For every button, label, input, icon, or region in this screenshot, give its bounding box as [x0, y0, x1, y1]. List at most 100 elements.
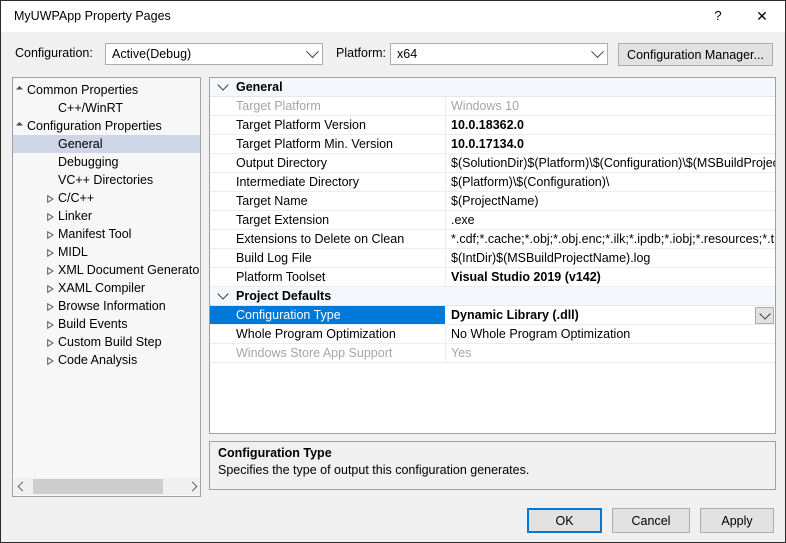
grid-row-extensions-to-delete-on-clean[interactable]: Extensions to Delete on Clean *.cdf;*.cac… [210, 230, 775, 249]
expander-collapsed-icon[interactable] [46, 212, 55, 221]
tree-item-label: C/C++ [58, 191, 95, 205]
property-grid[interactable]: General Target Platform Windows 10 Target P… [209, 77, 776, 434]
tree-item-general[interactable]: General [13, 135, 200, 153]
configuration-dropdown[interactable]: Active(Debug) [105, 43, 323, 65]
expander-collapsed-icon[interactable] [46, 320, 55, 329]
grid-row-target-name[interactable]: Target Name $(ProjectName) [210, 192, 775, 211]
grid-row-platform-toolset[interactable]: Platform Toolset Visual Studio 2019 (v142… [210, 268, 775, 287]
close-button[interactable]: ✕ [740, 1, 784, 31]
tree-item-label: Manifest Tool [58, 227, 132, 241]
chevron-down-icon[interactable] [217, 79, 229, 93]
tree-item-xml-document-generator[interactable]: XML Document Generator [13, 261, 200, 279]
ok-button[interactable]: OK [527, 508, 602, 533]
cancel-button[interactable]: Cancel [612, 508, 690, 533]
chevron-left-icon[interactable] [14, 478, 31, 495]
expander-collapsed-icon[interactable] [46, 194, 55, 203]
grid-row-build-log-file[interactable]: Build Log File $(IntDir)$(MSBuildProjectN… [210, 249, 775, 268]
platform-label: Platform: [336, 46, 387, 60]
tree-item-xaml-compiler[interactable]: XAML Compiler [13, 279, 200, 297]
grid-row-windows-store-app-support[interactable]: Windows Store App Support Yes [210, 344, 775, 363]
property-value[interactable]: *.cdf;*.cache;*.obj;*.obj.enc;*.ilk;*.ip… [451, 232, 775, 246]
property-value[interactable]: $(ProjectName) [451, 194, 539, 208]
column-divider [445, 97, 446, 115]
column-divider [445, 268, 446, 286]
grid-category-label: General [236, 80, 283, 94]
chevron-down-icon [302, 44, 322, 64]
tree-item-vc-directories[interactable]: VC++ Directories [13, 171, 200, 189]
description-panel: Configuration Type Specifies the type of… [209, 441, 776, 490]
property-value[interactable]: No Whole Program Optimization [451, 327, 630, 341]
property-value[interactable]: 10.0.18362.0 [451, 118, 524, 132]
expander-collapsed-icon[interactable] [46, 284, 55, 293]
tree-item-c-winrt[interactable]: C++/WinRT [13, 99, 200, 117]
tree-item-configuration-properties[interactable]: Configuration Properties [13, 117, 200, 135]
column-divider [445, 116, 446, 134]
title-bar: MyUWPApp Property Pages ? ✕ [1, 1, 785, 32]
grid-category-project-defaults[interactable]: Project Defaults [210, 287, 775, 306]
property-name: Intermediate Directory [236, 175, 359, 189]
expander-expanded-icon[interactable] [17, 122, 26, 131]
properties-tree[interactable]: Common Properties C++/WinRT Configuration … [12, 77, 201, 497]
tree-item-midl[interactable]: MIDL [13, 243, 200, 261]
grid-row-whole-program-optimization[interactable]: Whole Program Optimization No Whole Progr… [210, 325, 775, 344]
property-name: Configuration Type [236, 308, 341, 322]
scrollbar-thumb[interactable] [33, 479, 163, 494]
tree-item-debugging[interactable]: Debugging [13, 153, 200, 171]
tree-item-build-events[interactable]: Build Events [13, 315, 200, 333]
expander-collapsed-icon[interactable] [46, 248, 55, 257]
expander-collapsed-icon[interactable] [46, 356, 55, 365]
property-name: Extensions to Delete on Clean [236, 232, 405, 246]
tree-item-label: Code Analysis [58, 353, 138, 367]
property-value[interactable]: Yes [451, 346, 471, 360]
configuration-manager-button[interactable]: Configuration Manager... [618, 43, 773, 66]
property-value[interactable]: Dynamic Library (.dll) [451, 308, 579, 322]
tree-item-label: Debugging [58, 155, 119, 169]
grid-row-configuration-type[interactable]: Configuration Type Dynamic Library (.dll) [210, 306, 775, 325]
grid-category-general[interactable]: General [210, 78, 775, 97]
property-name: Target Name [236, 194, 308, 208]
tree-item-label: VC++ Directories [58, 173, 154, 187]
expander-collapsed-icon[interactable] [46, 266, 55, 275]
expander-collapsed-icon[interactable] [46, 338, 55, 347]
tree-item-c-c[interactable]: C/C++ [13, 189, 200, 207]
tree-item-common-properties[interactable]: Common Properties [13, 81, 200, 99]
tree-horizontal-scrollbar[interactable] [14, 478, 200, 495]
tree-item-code-analysis[interactable]: Code Analysis [13, 351, 200, 369]
help-button[interactable]: ? [696, 1, 740, 31]
tree-item-custom-build-step[interactable]: Custom Build Step [13, 333, 200, 351]
tree-item-browse-information[interactable]: Browse Information [13, 297, 200, 315]
grid-row-output-directory[interactable]: Output Directory $(SolutionDir)$(Platform… [210, 154, 775, 173]
grid-row-target-platform-min-version[interactable]: Target Platform Min. Version 10.0.17134.0 [210, 135, 775, 154]
property-value[interactable]: $(IntDir)$(MSBuildProjectName).log [451, 251, 650, 265]
chevron-right-icon[interactable] [184, 478, 200, 495]
apply-button[interactable]: Apply [700, 508, 774, 533]
property-value[interactable]: $(Platform)\$(Configuration)\ [451, 175, 609, 189]
tree-item-label: Browse Information [58, 299, 166, 313]
property-name: Windows Store App Support [236, 346, 393, 360]
property-value[interactable]: 10.0.17134.0 [451, 137, 524, 151]
grid-row-target-platform[interactable]: Target Platform Windows 10 [210, 97, 775, 116]
property-name: Platform Toolset [236, 270, 326, 284]
tree-item-label: General [58, 137, 103, 151]
tree-item-label: Configuration Properties [27, 119, 162, 133]
grid-row-target-platform-version[interactable]: Target Platform Version 10.0.18362.0 [210, 116, 775, 135]
property-value[interactable]: $(SolutionDir)$(Platform)\$(Configuratio… [451, 156, 775, 170]
platform-value: x64 [397, 47, 418, 61]
platform-dropdown[interactable]: x64 [390, 43, 608, 65]
expander-collapsed-icon[interactable] [46, 302, 55, 311]
tree-item-label: C++/WinRT [58, 101, 124, 115]
grid-row-target-extension[interactable]: Target Extension .exe [210, 211, 775, 230]
tree-item-manifest-tool[interactable]: Manifest Tool [13, 225, 200, 243]
expander-expanded-icon[interactable] [17, 86, 26, 95]
property-value-dropdown[interactable] [755, 307, 774, 324]
column-divider [445, 211, 446, 229]
tree-item-list: Common Properties C++/WinRT Configuration … [13, 81, 200, 369]
property-value[interactable]: Visual Studio 2019 (v142) [451, 270, 601, 284]
chevron-down-icon[interactable] [217, 288, 229, 302]
configuration-bar: Configuration: Active(Debug) Platform: x… [1, 32, 785, 74]
expander-collapsed-icon[interactable] [46, 230, 55, 239]
tree-item-linker[interactable]: Linker [13, 207, 200, 225]
grid-row-intermediate-directory[interactable]: Intermediate Directory $(Platform)\$(Conf… [210, 173, 775, 192]
property-value[interactable]: .exe [451, 213, 475, 227]
property-value[interactable]: Windows 10 [451, 99, 519, 113]
